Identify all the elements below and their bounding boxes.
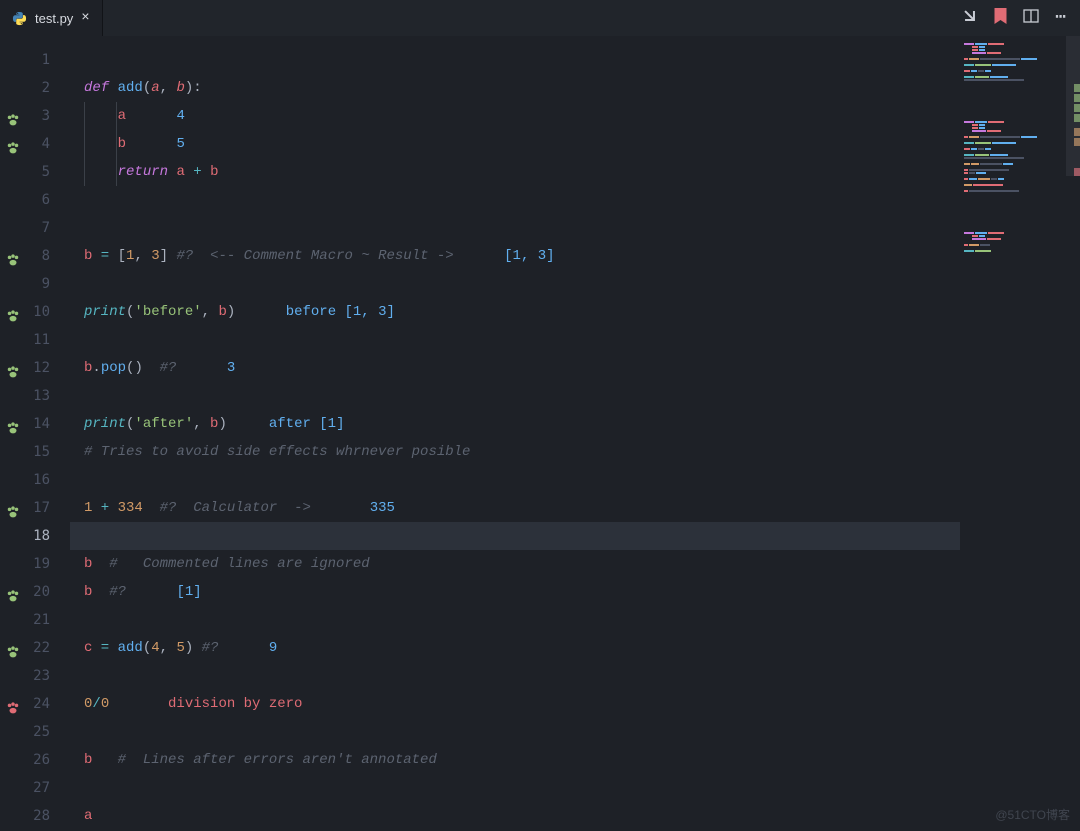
- tab-actions: ⋯: [962, 8, 1080, 29]
- line-number: 9: [0, 270, 70, 298]
- code-line[interactable]: print('after', b) after [1]: [70, 410, 960, 438]
- line-number: 7: [0, 214, 70, 242]
- line-number: 21: [0, 606, 70, 634]
- bookmark-icon[interactable]: [994, 8, 1007, 29]
- line-number: 6: [0, 186, 70, 214]
- wolf-paw-icon: [6, 585, 20, 599]
- line-number: 18: [0, 522, 70, 550]
- line-number: 4: [0, 130, 70, 158]
- code-line[interactable]: b = [1, 3] #? <-- Comment Macro ~ Result…: [70, 242, 960, 270]
- line-number: 2: [0, 74, 70, 102]
- code-line[interactable]: [70, 270, 960, 298]
- wolf-paw-icon: [6, 417, 20, 431]
- wolf-paw-icon: [6, 641, 20, 655]
- more-icon[interactable]: ⋯: [1055, 9, 1066, 27]
- wolf-paw-icon: [6, 137, 20, 151]
- line-number: 19: [0, 550, 70, 578]
- code-line[interactable]: [70, 718, 960, 746]
- code-line[interactable]: [70, 522, 960, 550]
- tab-filename: test.py: [35, 11, 73, 26]
- wolf-paw-icon: [6, 109, 20, 123]
- code-line[interactable]: b.pop() #? 3: [70, 354, 960, 382]
- line-number: 5: [0, 158, 70, 186]
- wolf-paw-icon: [6, 361, 20, 375]
- line-number: 20: [0, 578, 70, 606]
- line-number: 26: [0, 746, 70, 774]
- editor: 1 2 3 4 5 6 7 8 9 10 11 12 13 14 15 16 1…: [0, 36, 1080, 831]
- code-line[interactable]: c = add(4, 5) #? 9: [70, 634, 960, 662]
- line-number: 22: [0, 634, 70, 662]
- wolf-paw-icon: [6, 697, 20, 711]
- code-line[interactable]: 0/0 division by zero: [70, 690, 960, 718]
- tab-bar: test.py × ⋯: [0, 0, 1080, 36]
- line-number: 17: [0, 494, 70, 522]
- scrollbar-thumb[interactable]: [1066, 36, 1080, 176]
- editor-tab[interactable]: test.py ×: [0, 0, 103, 36]
- line-number: 28: [0, 802, 70, 830]
- code-line[interactable]: b # Lines after errors aren't annotated: [70, 746, 960, 774]
- line-number: 27: [0, 774, 70, 802]
- line-number: 11: [0, 326, 70, 354]
- code-line[interactable]: b 5: [70, 130, 960, 158]
- compare-changes-icon[interactable]: [962, 8, 978, 29]
- line-number: 12: [0, 354, 70, 382]
- gutter: 1 2 3 4 5 6 7 8 9 10 11 12 13 14 15 16 1…: [0, 36, 70, 831]
- watermark: @51CTO博客: [995, 806, 1070, 823]
- line-number: 1: [0, 46, 70, 74]
- python-icon: [12, 11, 27, 26]
- code-line[interactable]: [70, 382, 960, 410]
- line-number: 23: [0, 662, 70, 690]
- line-number: 3: [0, 102, 70, 130]
- wolf-paw-icon: [6, 249, 20, 263]
- split-editor-icon[interactable]: [1023, 8, 1039, 29]
- line-number: 13: [0, 382, 70, 410]
- code-line[interactable]: return a + b: [70, 158, 960, 186]
- code-line[interactable]: [70, 46, 960, 74]
- code-area[interactable]: def add(a, b): a 4 b 5 return a + b b = …: [70, 36, 960, 831]
- code-line[interactable]: print('before', b) before [1, 3]: [70, 298, 960, 326]
- code-line[interactable]: [70, 774, 960, 802]
- wolf-paw-icon: [6, 305, 20, 319]
- code-line[interactable]: [70, 326, 960, 354]
- line-number: 15: [0, 438, 70, 466]
- code-line[interactable]: [70, 606, 960, 634]
- code-line[interactable]: [70, 186, 960, 214]
- close-icon[interactable]: ×: [81, 11, 89, 25]
- code-line[interactable]: a: [70, 802, 960, 830]
- line-number: 8: [0, 242, 70, 270]
- wolf-paw-icon: [6, 501, 20, 515]
- line-number: 16: [0, 466, 70, 494]
- code-line[interactable]: [70, 662, 960, 690]
- code-line[interactable]: def add(a, b):: [70, 74, 960, 102]
- code-line[interactable]: b # Commented lines are ignored: [70, 550, 960, 578]
- code-line[interactable]: 1 + 334 #? Calculator -> 335: [70, 494, 960, 522]
- line-number: 24: [0, 690, 70, 718]
- code-line[interactable]: [70, 214, 960, 242]
- code-line[interactable]: # Tries to avoid side effects whrnever p…: [70, 438, 960, 466]
- line-number: 10: [0, 298, 70, 326]
- code-line[interactable]: [70, 466, 960, 494]
- line-number: 25: [0, 718, 70, 746]
- minimap[interactable]: [960, 36, 1080, 831]
- code-line[interactable]: b #? [1]: [70, 578, 960, 606]
- code-line[interactable]: a 4: [70, 102, 960, 130]
- line-number: 14: [0, 410, 70, 438]
